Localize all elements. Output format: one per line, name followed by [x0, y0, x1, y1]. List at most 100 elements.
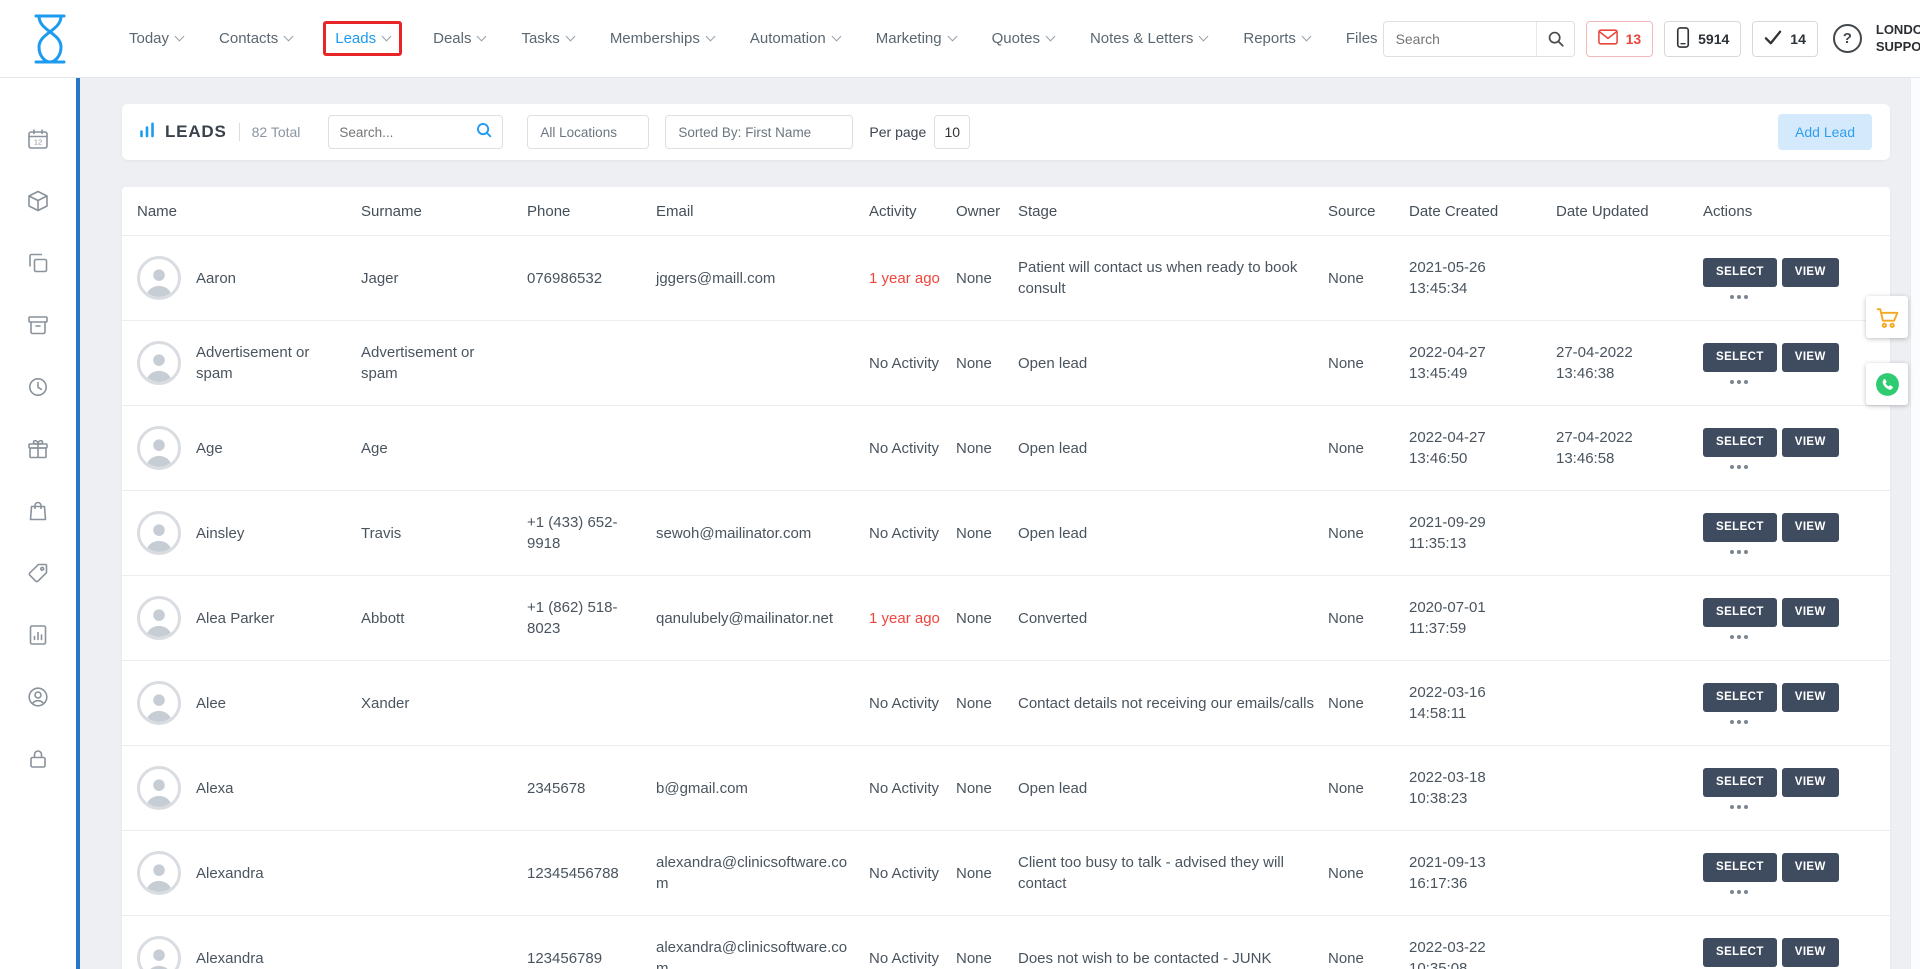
search-icon[interactable]: [475, 121, 492, 143]
view-button[interactable]: VIEW: [1782, 258, 1839, 287]
table-row: Alexandra 123456789 alexandra@clinicsoft…: [122, 916, 1890, 969]
support-person-icon[interactable]: [0, 666, 76, 728]
leads-toolbar: LEADS 82 Total All Locations Sorted By: …: [122, 104, 1890, 160]
avatar: [137, 596, 181, 640]
gift-icon[interactable]: [0, 418, 76, 480]
person-icon: [141, 433, 177, 467]
more-actions-icon[interactable]: [1703, 380, 1775, 384]
tasks-count: 14: [1790, 31, 1806, 47]
more-actions-icon[interactable]: [1703, 550, 1775, 554]
shopping-bag-icon[interactable]: [0, 480, 76, 542]
nav-item-contacts[interactable]: Contacts: [214, 21, 297, 56]
history-icon[interactable]: [0, 356, 76, 418]
app-logo[interactable]: [30, 13, 70, 65]
more-actions-icon[interactable]: [1703, 295, 1775, 299]
view-button[interactable]: VIEW: [1782, 343, 1839, 372]
calls-counter-button[interactable]: 5914: [1664, 21, 1741, 57]
svg-text:12: 12: [34, 138, 42, 147]
lead-stage: Converted: [1018, 608, 1328, 629]
person-icon: [141, 263, 177, 297]
chevron-down-icon: [947, 32, 957, 42]
cart-floating-button[interactable]: [1866, 296, 1908, 338]
select-button[interactable]: SELECT: [1703, 258, 1777, 287]
lead-date-created: 2022-04-27 13:45:49: [1409, 342, 1556, 384]
column-header-activity: Activity: [869, 201, 956, 222]
view-button[interactable]: VIEW: [1782, 938, 1839, 967]
calendar-icon[interactable]: 12: [0, 108, 76, 170]
global-search-input[interactable]: [1384, 22, 1536, 56]
copy-icon[interactable]: [0, 232, 76, 294]
chevron-down-icon: [1199, 32, 1209, 42]
sort-filter-select[interactable]: Sorted By: First Name: [665, 115, 853, 149]
nav-item-marketing[interactable]: Marketing: [871, 21, 961, 56]
package-icon[interactable]: [0, 170, 76, 232]
column-header-owner: Owner: [956, 201, 1018, 222]
nav-item-label: Notes & Letters: [1090, 30, 1193, 47]
per-page-input[interactable]: [934, 115, 970, 149]
add-lead-button[interactable]: Add Lead: [1778, 114, 1872, 150]
view-button[interactable]: VIEW: [1782, 683, 1839, 712]
view-button[interactable]: VIEW: [1782, 598, 1839, 627]
call-floating-button[interactable]: [1866, 363, 1908, 405]
leads-search-input[interactable]: [339, 125, 475, 140]
location-filter-select[interactable]: All Locations: [527, 115, 649, 149]
select-button[interactable]: SELECT: [1703, 513, 1777, 542]
more-actions-icon[interactable]: [1703, 465, 1775, 469]
lead-activity: No Activity: [869, 778, 956, 799]
tasks-counter-button[interactable]: 14: [1752, 21, 1818, 57]
lead-stage: Patient will contact us when ready to bo…: [1018, 257, 1328, 299]
lead-date-created: 2022-04-27 13:46:50: [1409, 427, 1556, 469]
nav-item-reports[interactable]: Reports: [1238, 21, 1315, 56]
more-actions-icon[interactable]: [1703, 805, 1775, 809]
nav-item-deals[interactable]: Deals: [428, 21, 490, 56]
select-button[interactable]: SELECT: [1703, 853, 1777, 882]
price-tag-icon[interactable]: [0, 542, 76, 604]
nav-item-notes-letters[interactable]: Notes & Letters: [1085, 21, 1212, 56]
lead-activity: No Activity: [869, 353, 956, 374]
select-button[interactable]: SELECT: [1703, 428, 1777, 457]
lead-surname: Advertisement or spam: [361, 342, 527, 384]
table-row: Aaron Jager 076986532 jggers@maill.com 1…: [122, 236, 1890, 321]
mail-counter-button[interactable]: 13: [1586, 21, 1654, 57]
select-button[interactable]: SELECT: [1703, 938, 1777, 967]
select-button[interactable]: SELECT: [1703, 768, 1777, 797]
lead-name: Advertisement or spam: [196, 342, 347, 384]
person-icon: [141, 858, 177, 892]
archive-box-icon[interactable]: [0, 294, 76, 356]
view-button[interactable]: VIEW: [1782, 768, 1839, 797]
calls-count: 5914: [1698, 31, 1729, 47]
nav-item-today[interactable]: Today: [124, 21, 188, 56]
lead-date-created: 2022-03-18 10:38:23: [1409, 767, 1556, 809]
nav-item-automation[interactable]: Automation: [745, 21, 845, 56]
chevron-down-icon: [705, 32, 715, 42]
nav-item-tasks[interactable]: Tasks: [516, 21, 578, 56]
more-actions-icon[interactable]: [1703, 890, 1775, 894]
lead-date-created: 2022-03-22 10:35:08: [1409, 937, 1556, 969]
more-actions-icon[interactable]: [1703, 635, 1775, 639]
report-chart-icon[interactable]: [0, 604, 76, 666]
scrollbar-track[interactable]: [1910, 78, 1920, 969]
table-row: Alee Xander No Activity None Contact det…: [122, 661, 1890, 746]
select-button[interactable]: SELECT: [1703, 343, 1777, 372]
lead-source: None: [1328, 523, 1409, 544]
view-button[interactable]: VIEW: [1782, 513, 1839, 542]
nav-item-memberships[interactable]: Memberships: [605, 21, 719, 56]
mobile-phone-icon: [1676, 27, 1690, 51]
nav-item-leads[interactable]: Leads: [323, 21, 402, 56]
column-header-email: Email: [656, 201, 869, 222]
nav-item-quotes[interactable]: Quotes: [987, 21, 1059, 56]
lock-icon[interactable]: [0, 728, 76, 790]
person-icon: [141, 943, 177, 969]
avatar: [137, 681, 181, 725]
lead-email: qanulubely@mailinator.net: [656, 608, 869, 629]
page-title: LEADS: [165, 122, 227, 142]
help-icon[interactable]: ?: [1833, 24, 1862, 53]
search-icon[interactable]: [1536, 22, 1574, 56]
select-button[interactable]: SELECT: [1703, 598, 1777, 627]
nav-item-files[interactable]: Files: [1341, 21, 1383, 56]
view-button[interactable]: VIEW: [1782, 853, 1839, 882]
select-button[interactable]: SELECT: [1703, 683, 1777, 712]
more-actions-icon[interactable]: [1703, 720, 1775, 724]
view-button[interactable]: VIEW: [1782, 428, 1839, 457]
cart-icon: [1875, 305, 1900, 330]
